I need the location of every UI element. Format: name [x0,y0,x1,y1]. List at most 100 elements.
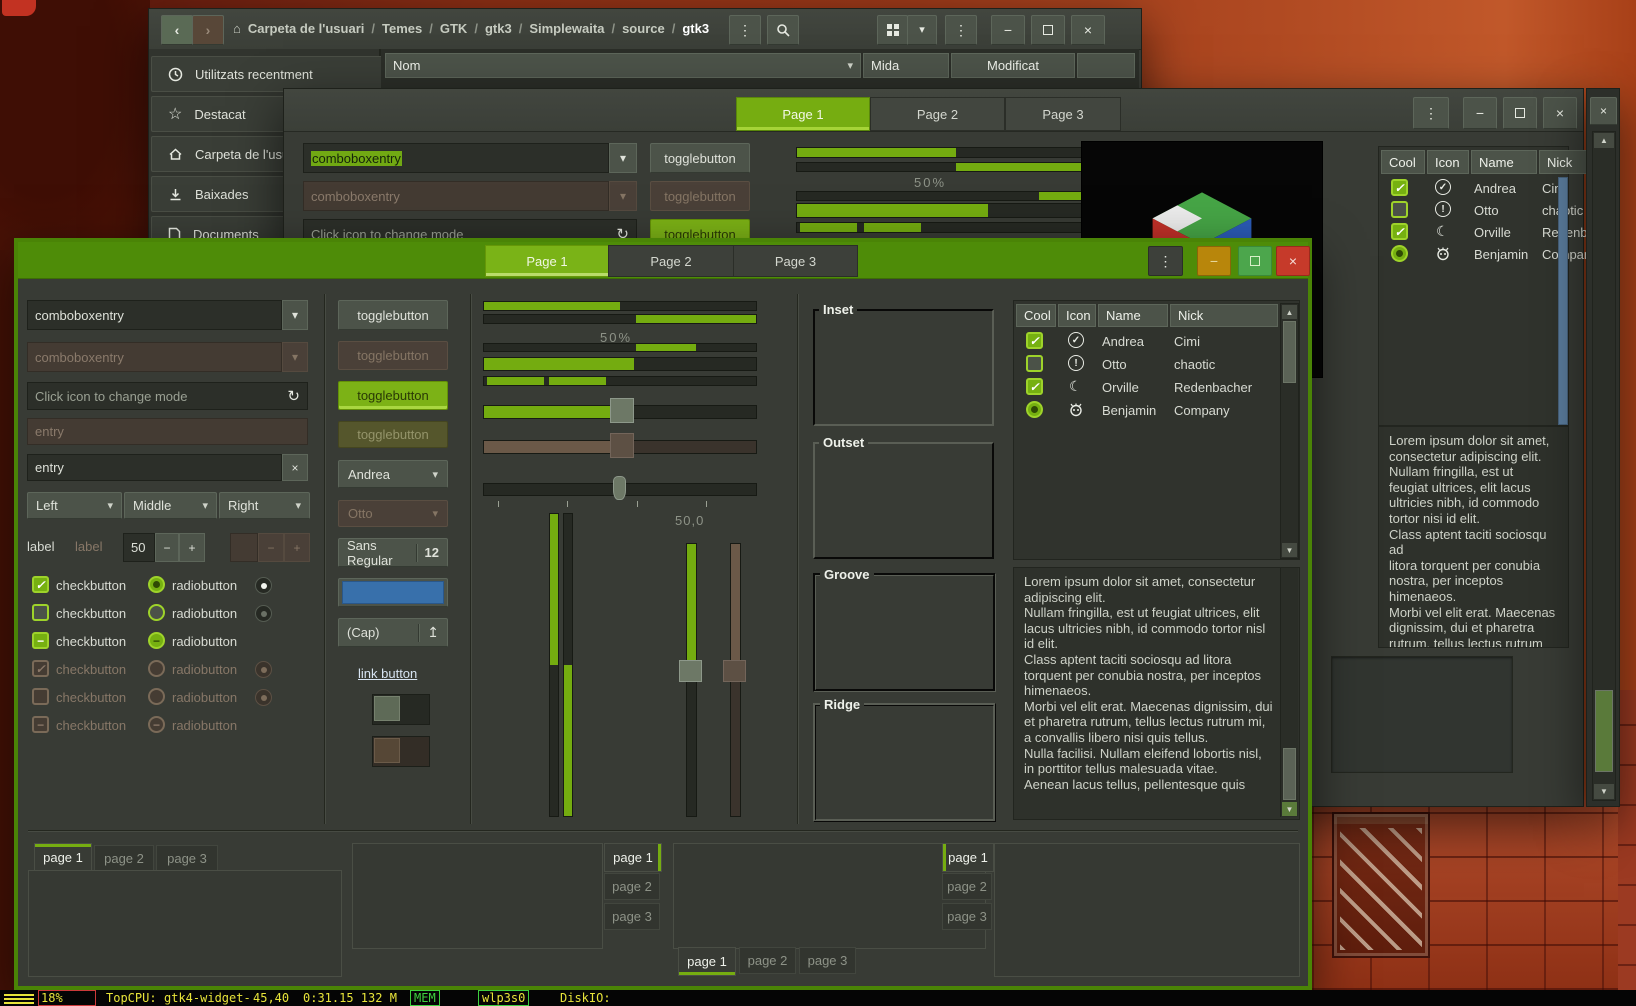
checkbox-unchecked[interactable] [32,604,49,621]
breadcrumb-seg[interactable]: source [622,21,665,36]
back-button[interactable]: ‹ [161,15,193,45]
breadcrumb-seg[interactable]: Simplewaita [529,21,604,36]
gtk4-list-scrollbar[interactable]: ▲ ▼ [1280,303,1299,559]
gtk3-tab-page2[interactable]: Page 2 [870,97,1005,131]
gtk4-tab-page3[interactable]: Page 3 [733,245,858,277]
scroll-down-icon[interactable]: ▼ [1282,802,1297,816]
close-button[interactable]: × [1071,15,1105,45]
gtk4-togglebutton[interactable]: togglebutton [338,300,448,330]
gtk3-togglebutton[interactable]: togglebutton [650,143,750,173]
notebook-a-tab-page3[interactable]: page 3 [156,845,218,872]
gtk4-col-icon[interactable]: Icon [1058,304,1096,327]
radio-indicator-dim[interactable] [255,605,272,622]
gtk4-dropdown-right[interactable]: Right▾ [219,492,310,519]
gtk4-spin-plus-button[interactable]: + [179,533,205,562]
list-cell-nick[interactable]: Redenbacher [1174,380,1274,395]
row-checkbox[interactable]: ✓ [1391,223,1408,240]
scrollbar-thumb[interactable] [1558,177,1568,425]
gtk4-file-chooser-button[interactable]: (Cap) ↥ [338,618,448,647]
scroll-down-icon[interactable]: ▼ [1282,543,1297,557]
list-cell-name[interactable]: Andrea [1474,181,1536,196]
partial-scrollbar[interactable]: ▲ ▼ [1592,131,1616,801]
scroll-up-icon[interactable]: ▲ [1594,133,1614,148]
checkbox-indeterminate[interactable]: − [32,632,49,649]
gtk4-text-scrollbar[interactable]: ▼ [1280,568,1298,817]
gtk4-link-button[interactable]: link button [358,666,417,681]
gtk4-vertical-scale-handle[interactable] [679,660,702,682]
notebook-a-tab-page1[interactable]: page 1 [34,843,92,872]
row-radio[interactable] [1026,401,1043,418]
sidebar-item-recent[interactable]: Utilitzats recentment [151,56,393,92]
notebook-a-tab-page2[interactable]: page 2 [94,845,154,872]
checkbutton-label[interactable]: checkbutton [56,634,126,649]
gtk3-menu-button[interactable]: ⋮ [1413,97,1449,129]
scroll-up-icon[interactable]: ▲ [1282,305,1297,319]
notebook-d-tab-page1[interactable]: page 1 [942,843,994,872]
gtk4-menu-button[interactable]: ⋮ [1148,246,1183,276]
gtk4-icon-entry[interactable]: Click icon to change mode↻ [27,382,308,410]
list-cell-name[interactable]: Orville [1102,380,1166,395]
gtk3-maximize-button[interactable] [1503,97,1537,129]
gtk3-col-cool[interactable]: Cool [1381,150,1425,174]
gtk4-togglebutton-active[interactable]: togglebutton [338,381,448,410]
maximize-button[interactable] [1031,15,1065,45]
column-header-name[interactable]: Nom▾ [385,53,861,78]
gtk3-combo-dropdown[interactable]: ▾ [609,143,637,173]
minimize-button[interactable]: − [991,15,1025,45]
view-grid-button[interactable] [877,15,908,45]
breadcrumb-seg[interactable]: gtk3 [485,21,512,36]
notebook-c-tab-page3[interactable]: page 3 [799,947,856,974]
checkbutton-label[interactable]: checkbutton [56,606,126,621]
gtk4-dropdown-left[interactable]: Left▾ [27,492,122,519]
column-header-size[interactable]: Mida [863,53,949,78]
list-cell-name[interactable]: Benjamin [1102,403,1166,418]
gtk3-textview[interactable]: Lorem ipsum dolor sit amet, consectetur … [1378,426,1569,648]
list-cell-name[interactable]: Orville [1474,225,1536,240]
radio-unselected[interactable] [148,604,165,621]
gtk4-combobox-andrea[interactable]: Andrea▾ [338,460,448,488]
gtk4-textview[interactable]: Lorem ipsum dolor sit amet, consectetur … [1013,567,1300,820]
list-cell-nick[interactable]: chaotic [1174,357,1274,372]
gtk3-comboboxentry[interactable]: comboboxentry [303,143,609,173]
notebook-d-tab-page3[interactable]: page 3 [942,903,992,930]
scrollbar-thumb[interactable] [1283,748,1296,800]
radiobutton-label[interactable]: radiobutton [172,634,237,649]
notebook-b-tab-page3[interactable]: page 3 [604,903,660,930]
gtk4-switch[interactable] [372,694,430,725]
gtk4-spinbutton-value[interactable]: 50 [123,533,155,562]
gtk3-close-button[interactable]: × [1543,97,1577,129]
list-cell-name[interactable]: Andrea [1102,334,1166,349]
list-cell-nick[interactable]: Cimi [1174,334,1274,349]
row-checkbox[interactable] [1026,355,1043,372]
gtk3-minimize-button[interactable]: − [1463,97,1497,129]
gtk4-scale-handle[interactable] [610,398,634,423]
radiobutton-label[interactable]: radiobutton [172,606,237,621]
gtk4-col-nick[interactable]: Nick [1170,304,1278,327]
menu-button[interactable]: ⋮ [729,15,761,45]
gtk4-entry[interactable]: entry [27,454,282,481]
gtk4-spin-minus-button[interactable]: − [155,533,179,562]
gtk4-font-button[interactable]: Sans Regular 12 [338,538,448,567]
scrollbar-thumb[interactable] [1283,321,1296,383]
gtk4-close-button[interactable]: × [1276,246,1310,276]
scrollbar-thumb[interactable] [1595,690,1613,772]
gtk4-tab-page1[interactable]: Page 1 [485,245,609,277]
gtk3-tab-page1[interactable]: Page 1 [736,97,870,131]
radio-indicator[interactable] [255,577,272,594]
notebook-b-tab-page1[interactable]: page 1 [604,843,662,872]
scroll-down-icon[interactable]: ▼ [1594,784,1614,799]
gtk4-scale-marks-handle[interactable] [613,476,626,500]
forward-button[interactable]: › [192,15,224,45]
list-cell-nick[interactable]: Company [1174,403,1274,418]
gtk3-col-name[interactable]: Name [1471,150,1537,174]
partial-close-button[interactable]: × [1590,97,1617,125]
gtk4-col-name[interactable]: Name [1098,304,1168,327]
gtk4-minimize-button[interactable]: − [1197,246,1231,276]
window-menu-button[interactable]: ⋮ [945,15,977,45]
gtk4-dropdown-middle[interactable]: Middle▾ [124,492,217,519]
gtk4-col-cool[interactable]: Cool [1016,304,1056,327]
radio-indeterminate[interactable]: − [148,632,165,649]
column-header-extra[interactable] [1077,53,1135,78]
row-radio[interactable] [1391,245,1408,262]
notebook-c-tab-page2[interactable]: page 2 [739,947,796,974]
